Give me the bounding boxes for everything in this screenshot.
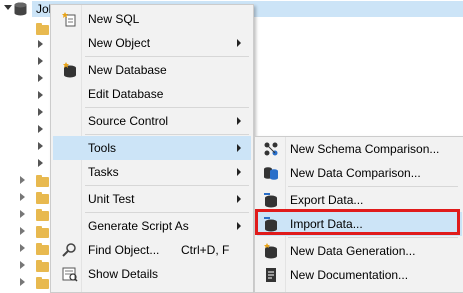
menu-item-label: Unit Test xyxy=(88,192,135,206)
expand-arrow-icon[interactable] xyxy=(20,278,25,286)
submenu-item-label: New Data Generation... xyxy=(290,244,416,258)
menu-item-new-database[interactable]: New Database xyxy=(53,58,251,82)
expand-arrow-icon[interactable] xyxy=(20,244,25,252)
menu-item-tools[interactable]: Tools xyxy=(53,136,251,160)
expand-arrow-icon[interactable] xyxy=(38,159,43,167)
submenu-item-new-data-generation[interactable]: New Data Generation... xyxy=(257,239,462,263)
menu-separator xyxy=(85,134,249,135)
submenu-item-export-data[interactable]: Export Data... xyxy=(257,188,462,212)
expand-arrow-icon[interactable] xyxy=(38,142,43,150)
submenu-item-label: New Schema Comparison... xyxy=(290,142,440,156)
submenu-arrow-icon xyxy=(237,144,241,152)
submenu-arrow-icon xyxy=(237,39,241,47)
menu-item-label: Generate Script As xyxy=(88,219,189,233)
menu-item-label: New SQL xyxy=(88,12,140,26)
folder-icon xyxy=(36,243,49,255)
menu-separator xyxy=(288,186,458,187)
folder-icon xyxy=(36,277,49,289)
find-object-icon xyxy=(62,243,76,257)
menu-item-show-details[interactable]: Show Details xyxy=(53,262,251,286)
new-database-icon xyxy=(63,62,76,78)
menu-item-label: Tasks xyxy=(88,165,119,179)
database-icon xyxy=(14,2,27,16)
folder-icon xyxy=(36,175,49,187)
expand-arrow-icon[interactable] xyxy=(38,125,43,133)
submenu-arrow-icon xyxy=(237,195,241,203)
menu-separator xyxy=(288,237,458,238)
show-details-icon xyxy=(62,267,78,282)
schema-compare-icon xyxy=(264,142,278,156)
folder-icon xyxy=(36,192,49,204)
expand-arrow-icon[interactable] xyxy=(38,91,43,99)
menu-separator xyxy=(85,107,249,108)
expand-arrow-icon[interactable] xyxy=(20,176,25,184)
menu-item-source-control[interactable]: Source Control xyxy=(53,109,251,133)
menu-item-tasks[interactable]: Tasks xyxy=(53,160,251,184)
folder-icon xyxy=(36,209,49,221)
menu-item-label: Find Object... xyxy=(88,243,160,257)
menu-item-new-object[interactable]: New Object xyxy=(53,31,251,55)
expand-arrow-icon[interactable] xyxy=(20,227,25,235)
expand-arrow-icon[interactable] xyxy=(38,57,43,65)
submenu-item-new-data-comparison[interactable]: New Data Comparison... xyxy=(257,161,462,185)
menu-item-new-sql[interactable]: New SQL xyxy=(53,7,251,31)
menu-separator xyxy=(85,56,249,57)
menu-separator xyxy=(85,185,249,186)
menu-item-label: Show Details xyxy=(88,267,159,281)
collapse-arrow-icon[interactable] xyxy=(4,5,12,10)
expand-arrow-icon[interactable] xyxy=(38,74,43,82)
import-data-icon xyxy=(264,217,277,232)
data-generation-icon xyxy=(264,243,277,259)
expand-arrow-icon[interactable] xyxy=(38,108,43,116)
submenu-arrow-icon xyxy=(237,168,241,176)
expand-arrow-icon[interactable] xyxy=(38,40,43,48)
submenu-arrow-icon xyxy=(237,222,241,230)
menu-item-label: New Database xyxy=(88,63,167,77)
expand-arrow-icon[interactable] xyxy=(20,193,25,201)
folder-icon xyxy=(36,260,49,272)
menu-item-find-object[interactable]: Find Object... Ctrl+D, F xyxy=(53,238,251,262)
submenu-item-new-documentation[interactable]: New Documentation... xyxy=(257,263,462,287)
submenu-item-label: New Data Comparison... xyxy=(290,166,421,180)
context-menu: New SQL New Object New Database Edit Dat… xyxy=(50,4,254,293)
tools-submenu: New Schema Comparison... New Data Compar… xyxy=(254,136,463,293)
expand-arrow-icon[interactable] xyxy=(20,210,25,218)
submenu-item-new-schema-comparison[interactable]: New Schema Comparison... xyxy=(257,137,462,161)
menu-separator xyxy=(85,212,249,213)
menu-item-label: New Object xyxy=(88,36,151,50)
menu-item-label: Tools xyxy=(88,141,117,155)
submenu-item-label: Import Data... xyxy=(290,217,363,231)
export-data-icon xyxy=(264,193,277,208)
expand-arrow-icon[interactable] xyxy=(20,261,25,269)
submenu-item-import-data[interactable]: Import Data... xyxy=(257,212,462,236)
submenu-arrow-icon xyxy=(237,117,241,125)
submenu-item-label: Export Data... xyxy=(290,193,364,207)
menu-item-label: Edit Database xyxy=(88,87,164,101)
data-compare-icon xyxy=(264,167,278,180)
documentation-icon xyxy=(266,268,276,282)
new-sql-icon xyxy=(62,12,76,27)
folder-icon xyxy=(36,226,49,238)
menu-item-label: Source Control xyxy=(88,114,169,128)
menu-item-unit-test[interactable]: Unit Test xyxy=(53,187,251,211)
submenu-item-label: New Documentation... xyxy=(290,268,409,282)
folder-icon xyxy=(36,23,49,35)
menu-item-generate-script-as[interactable]: Generate Script As xyxy=(53,214,251,238)
menu-item-shortcut: Ctrl+D, F xyxy=(181,243,230,257)
menu-item-edit-database[interactable]: Edit Database xyxy=(53,82,251,106)
